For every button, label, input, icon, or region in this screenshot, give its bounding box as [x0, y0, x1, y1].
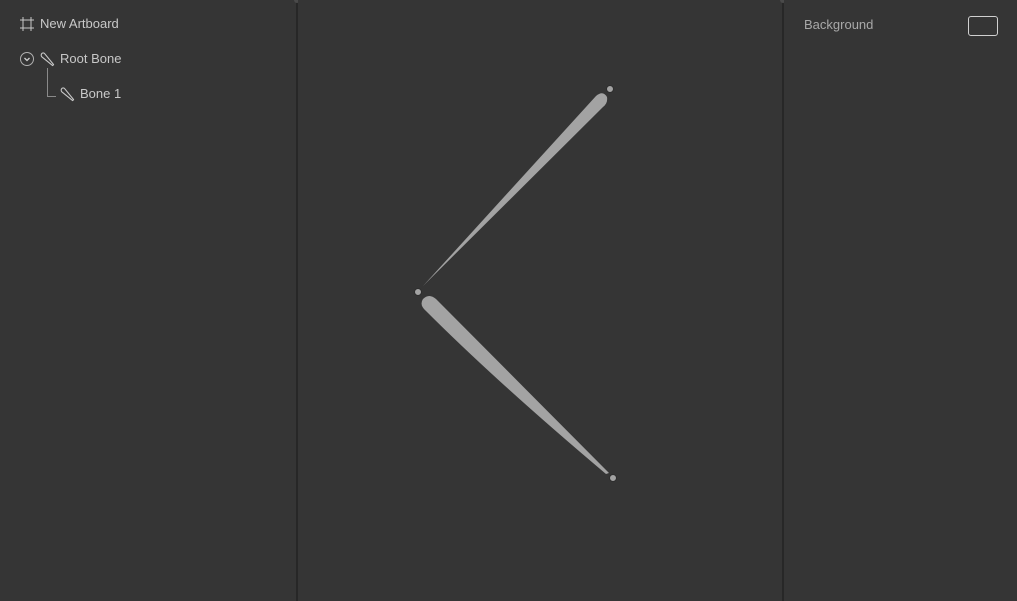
tree-item-bone-1[interactable]: Bone 1 — [59, 84, 121, 104]
root-bone-shape[interactable] — [423, 93, 608, 286]
background-label: Background — [804, 17, 874, 32]
bone-icon — [59, 86, 75, 102]
app-window: New Artboard Root Bone Bone 1 Background — [0, 0, 1017, 601]
inspector-panel: Background — [784, 0, 1017, 601]
root-bone-joint[interactable] — [414, 288, 422, 296]
tree-item-label: Root Bone — [60, 51, 122, 66]
tree-item-root-bone[interactable]: Root Bone — [19, 49, 121, 69]
tree-connector — [47, 68, 56, 97]
chevron-down-icon[interactable] — [19, 51, 35, 67]
bone-1-tip-joint[interactable] — [609, 474, 617, 482]
bone-icon — [39, 51, 55, 67]
tree-item-new-artboard[interactable]: New Artboard — [19, 14, 119, 34]
tree-item-label: Bone 1 — [80, 86, 122, 101]
hierarchy-panel: New Artboard Root Bone Bone 1 — [0, 0, 296, 601]
stage-svg — [414, 85, 617, 482]
background-color-swatch[interactable] — [968, 16, 998, 36]
bone-1-shape[interactable] — [421, 296, 609, 474]
tree-item-label: New Artboard — [40, 16, 119, 31]
artboard-icon — [19, 16, 35, 32]
stage-canvas[interactable] — [298, 0, 782, 601]
root-bone-tip-joint[interactable] — [606, 85, 614, 93]
